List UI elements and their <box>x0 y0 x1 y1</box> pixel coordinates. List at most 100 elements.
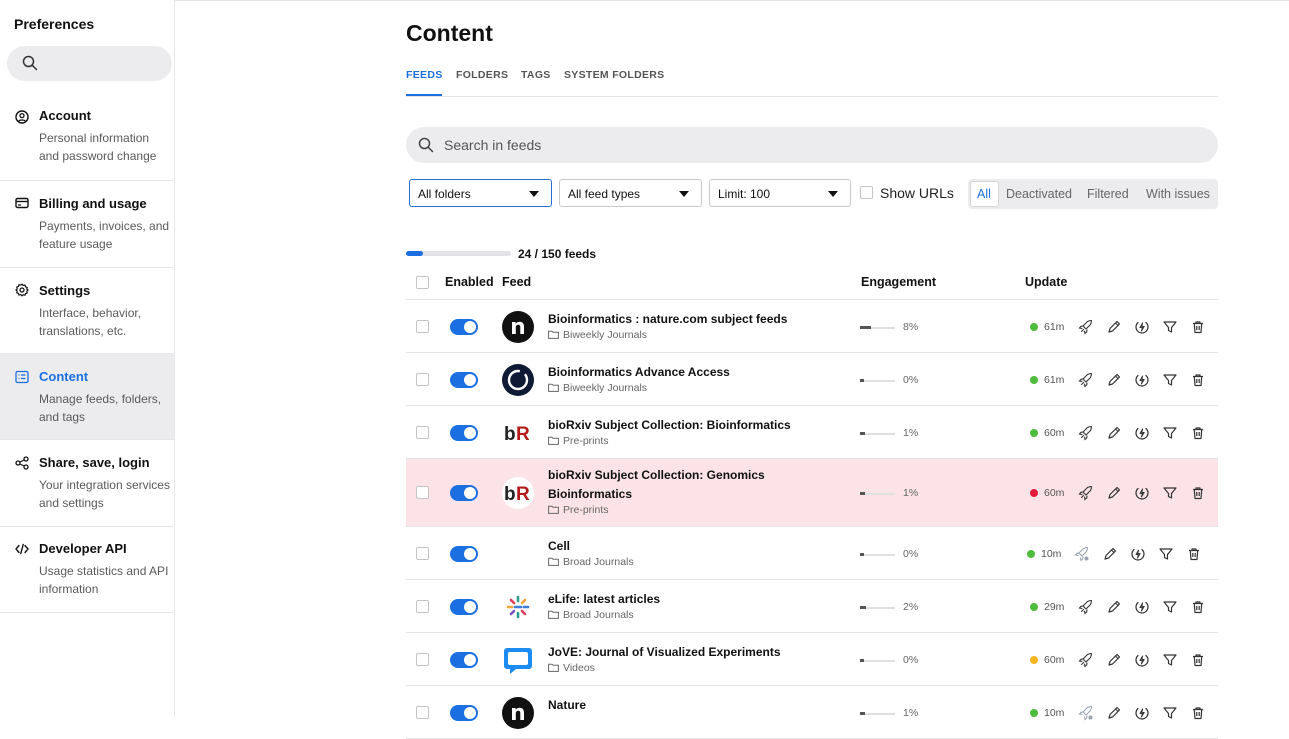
pencil-icon[interactable] <box>1106 319 1122 335</box>
table-row[interactable]: Bioinformatics Advance Access Biweekly Jo… <box>406 353 1218 406</box>
enabled-toggle[interactable] <box>450 598 478 615</box>
select-all-checkbox[interactable] <box>416 276 429 289</box>
sidebar-item-account[interactable]: Account Personal information and passwor… <box>0 98 174 181</box>
table-row[interactable]: Nature 1% 10m <box>406 686 1218 739</box>
filter-filtered[interactable]: Filtered <box>1087 187 1129 201</box>
show-urls-checkbox[interactable] <box>860 186 873 199</box>
pencil-icon[interactable] <box>1106 372 1122 388</box>
rocket-icon[interactable] <box>1078 319 1094 335</box>
row-checkbox[interactable] <box>416 319 429 333</box>
refresh-bolt-icon[interactable] <box>1130 546 1146 562</box>
rocket-icon[interactable] <box>1078 425 1094 441</box>
rocket-icon[interactable] <box>1078 599 1094 615</box>
sidebar-item-api[interactable]: Developer API Usage statistics and API i… <box>0 527 174 613</box>
trash-icon[interactable] <box>1190 652 1206 668</box>
pencil-icon[interactable] <box>1106 485 1122 501</box>
feed-name[interactable]: eLife: latest articles <box>548 590 848 609</box>
refresh-bolt-icon[interactable] <box>1134 485 1150 501</box>
table-row[interactable]: eLife: latest articles Broad Journals 2% 29… <box>406 580 1218 633</box>
feed-name[interactable]: Cell <box>548 537 848 556</box>
refresh-bolt-icon[interactable] <box>1134 319 1150 335</box>
filter-icon[interactable] <box>1162 599 1178 615</box>
feed-search-input[interactable] <box>444 127 1184 163</box>
enabled-toggle[interactable] <box>450 371 478 388</box>
sidebar-item-settings[interactable]: Settings Interface, behavior, translatio… <box>0 268 174 354</box>
pencil-icon[interactable] <box>1106 652 1122 668</box>
table-row[interactable]: b RbioRxiv Subject Collection: Genomics B… <box>406 459 1218 527</box>
trash-icon[interactable] <box>1186 546 1202 562</box>
enabled-toggle[interactable] <box>450 704 478 721</box>
trash-icon[interactable] <box>1190 705 1206 721</box>
feed-name[interactable]: Bioinformatics Advance Access <box>548 363 848 382</box>
filter-all[interactable]: All <box>977 187 991 201</box>
enabled-toggle[interactable] <box>450 651 478 668</box>
trash-icon[interactable] <box>1190 372 1206 388</box>
limit-select[interactable]: Limit: 100 <box>709 179 851 207</box>
tab-feeds[interactable]: FEEDS <box>406 69 443 81</box>
row-checkbox[interactable] <box>416 486 429 499</box>
progress-fill <box>406 251 423 256</box>
feed-type-select-value: All feed types <box>568 187 641 201</box>
tab-system-folders[interactable]: SYSTEM FOLDERS <box>564 69 664 81</box>
filter-icon[interactable] <box>1162 485 1178 501</box>
row-checkbox[interactable] <box>416 372 429 386</box>
enabled-toggle[interactable] <box>450 424 478 441</box>
filter-icon[interactable] <box>1162 705 1178 721</box>
rocket-icon[interactable] <box>1078 652 1094 668</box>
refresh-bolt-icon[interactable] <box>1134 599 1150 615</box>
table-row[interactable]: JoVE: Journal of Visualized Experiments V… <box>406 633 1218 686</box>
refresh-bolt-icon[interactable] <box>1134 372 1150 388</box>
sidebar-item-content[interactable]: Content Manage feeds, folders, and tags <box>0 354 174 440</box>
biorxiv-logo: bR <box>502 416 534 449</box>
enabled-toggle[interactable] <box>450 545 478 562</box>
rocket-icon[interactable] <box>1074 546 1090 562</box>
filter-icon[interactable] <box>1162 425 1178 441</box>
feed-name[interactable]: Nature <box>548 696 848 715</box>
pencil-icon[interactable] <box>1106 599 1122 615</box>
feed-name[interactable]: Bioinformatics : nature.com subject feed… <box>548 310 848 329</box>
enabled-toggle[interactable] <box>450 318 478 335</box>
sidebar-item-desc: Personal information and password change <box>39 131 157 163</box>
filter-with-issues[interactable]: With issues <box>1146 187 1210 201</box>
rocket-icon[interactable] <box>1078 372 1094 388</box>
table-row[interactable]: Bioinformatics : nature.com subject feed… <box>406 300 1218 353</box>
filter-icon[interactable] <box>1162 652 1178 668</box>
enabled-toggle[interactable] <box>450 485 478 501</box>
filter-icon[interactable] <box>1162 372 1178 388</box>
refresh-bolt-icon[interactable] <box>1134 705 1150 721</box>
rocket-icon[interactable] <box>1078 485 1094 501</box>
pencil-icon[interactable] <box>1102 546 1118 562</box>
show-urls-label[interactable]: Show URLs <box>880 185 954 201</box>
row-checkbox[interactable] <box>416 652 429 666</box>
nature-n-logo <box>502 310 534 343</box>
filter-deactivated[interactable]: Deactivated <box>1006 187 1072 201</box>
folder-select[interactable]: All folders <box>409 179 552 207</box>
refresh-bolt-icon[interactable] <box>1134 425 1150 441</box>
trash-icon[interactable] <box>1190 425 1206 441</box>
engagement-percent: 0% <box>903 653 919 666</box>
row-checkbox[interactable] <box>416 425 429 439</box>
feed-name[interactable]: bioRxiv Subject Collection: Genomics Bio… <box>548 466 848 504</box>
filter-icon[interactable] <box>1162 319 1178 335</box>
feed-name[interactable]: JoVE: Journal of Visualized Experiments <box>548 643 848 662</box>
table-row[interactable]: Cell Broad Journals 0% 10m <box>406 527 1218 580</box>
row-checkbox[interactable] <box>416 546 429 560</box>
feed-name[interactable]: bioRxiv Subject Collection: Bioinformati… <box>548 416 848 435</box>
sidebar-item-share[interactable]: Share, save, login Your integration serv… <box>0 440 174 527</box>
pencil-icon[interactable] <box>1106 705 1122 721</box>
table-row[interactable]: b R bioRxiv Subject Collection: Bioinforma… <box>406 406 1218 459</box>
row-checkbox[interactable] <box>416 599 429 613</box>
feed-type-select[interactable]: All feed types <box>559 179 702 207</box>
trash-icon[interactable] <box>1190 599 1206 615</box>
sidebar-search[interactable] <box>7 46 172 81</box>
tab-tags[interactable]: TAGS <box>521 69 551 81</box>
refresh-bolt-icon[interactable] <box>1134 652 1150 668</box>
sidebar-item-billing[interactable]: Billing and usage Payments, invoices, an… <box>0 181 174 268</box>
tab-folders[interactable]: FOLDERS <box>456 69 508 81</box>
engagement-percent: 1% <box>903 426 919 439</box>
pencil-icon[interactable] <box>1106 425 1122 441</box>
filter-icon[interactable] <box>1158 546 1174 562</box>
rocket-icon[interactable] <box>1078 705 1094 721</box>
trash-icon[interactable] <box>1190 485 1206 501</box>
trash-icon[interactable] <box>1190 319 1206 335</box>
